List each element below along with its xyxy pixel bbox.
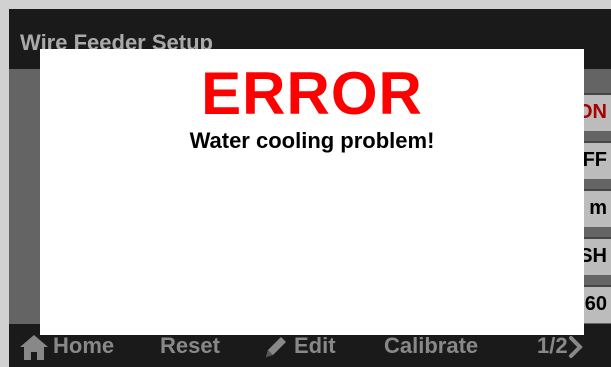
error-message: Water cooling problem!: [189, 128, 435, 153]
error-title: ERROR: [201, 60, 423, 127]
error-dialog: ERROR Water cooling problem!: [40, 49, 584, 335]
